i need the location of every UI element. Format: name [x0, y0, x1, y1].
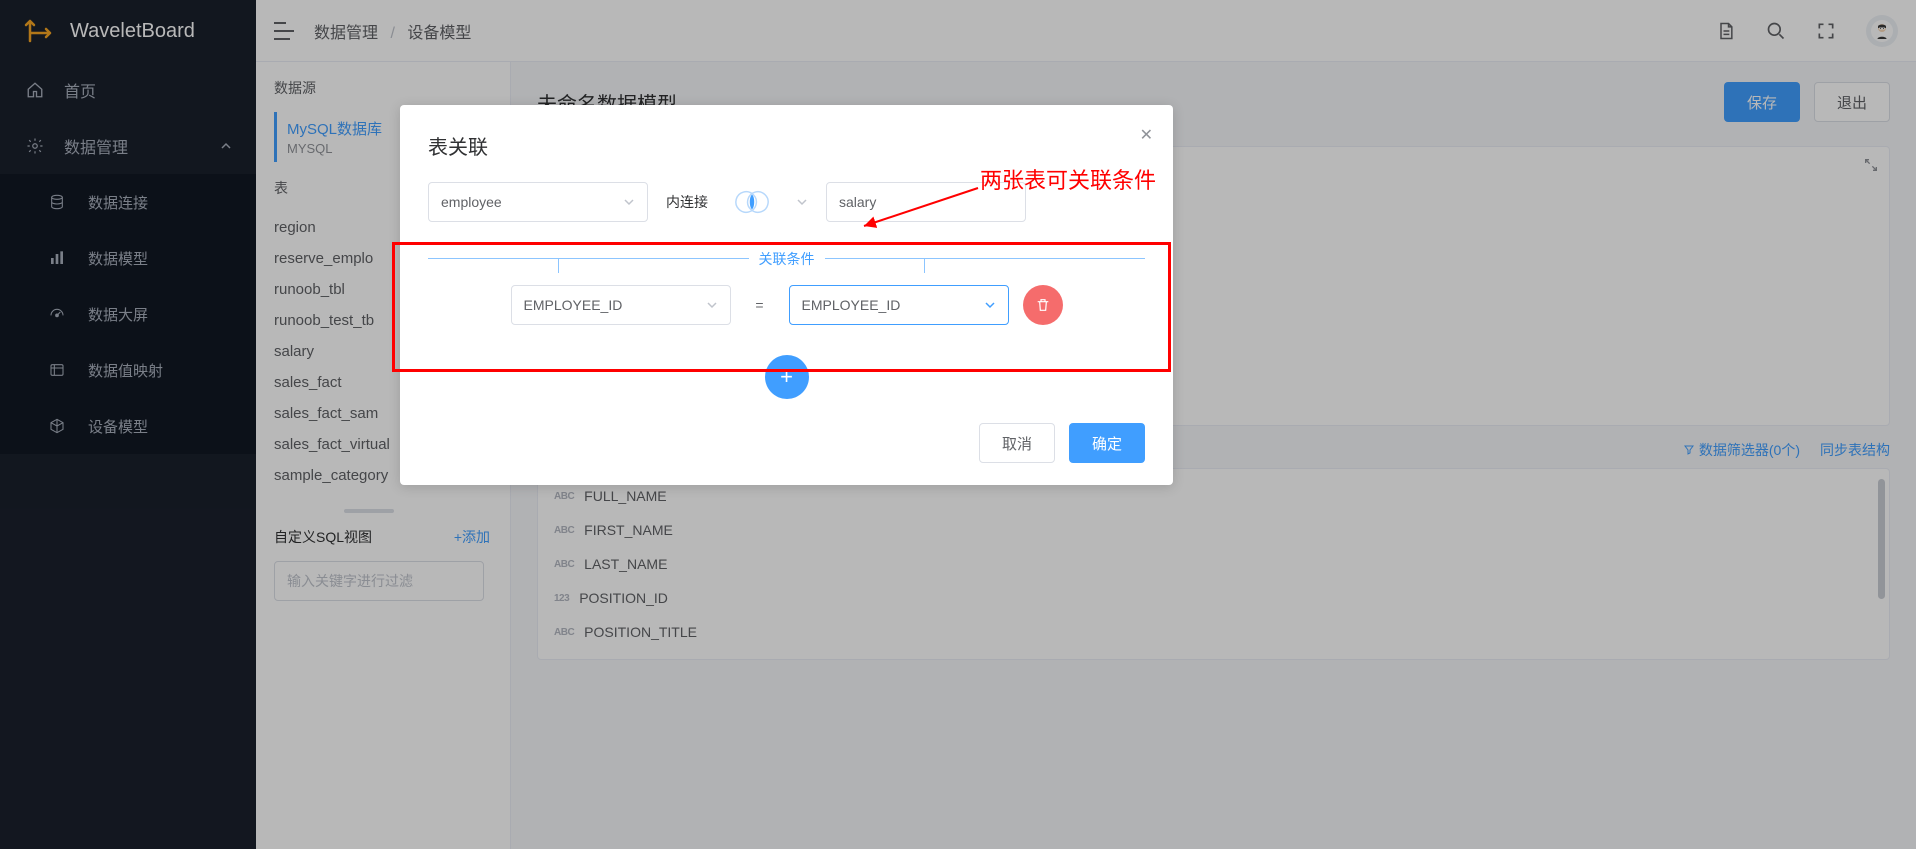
modal-title: 表关联 — [428, 131, 1145, 160]
chevron-down-icon — [984, 299, 996, 311]
inner-join-icon — [730, 188, 774, 216]
left-table-select[interactable]: employee — [428, 182, 648, 222]
join-conditions-section: 关联条件 EMPLOYEE_ID = EMPLOYEE_ID — [428, 258, 1145, 325]
chevron-down-icon[interactable] — [796, 196, 808, 208]
chevron-down-icon — [623, 196, 635, 208]
right-table-input[interactable]: salary — [826, 182, 1026, 222]
add-condition-button[interactable]: + — [765, 355, 809, 399]
section-legend: 关联条件 — [749, 249, 825, 269]
left-field-select[interactable]: EMPLOYEE_ID — [511, 285, 731, 325]
cancel-button[interactable]: 取消 — [979, 423, 1055, 463]
close-icon[interactable]: ✕ — [1140, 125, 1153, 145]
chevron-down-icon — [706, 299, 718, 311]
join-type-label: 内连接 — [666, 192, 708, 212]
operator-label: = — [745, 297, 775, 313]
condition-row: EMPLOYEE_ID = EMPLOYEE_ID — [428, 285, 1145, 325]
ok-button[interactable]: 确定 — [1069, 423, 1145, 463]
right-field-select[interactable]: EMPLOYEE_ID — [789, 285, 1009, 325]
table-join-modal: ✕ 表关联 employee 内连接 salary 关联条件 EMPLOYEE_… — [400, 105, 1173, 485]
delete-condition-button[interactable] — [1023, 285, 1063, 325]
